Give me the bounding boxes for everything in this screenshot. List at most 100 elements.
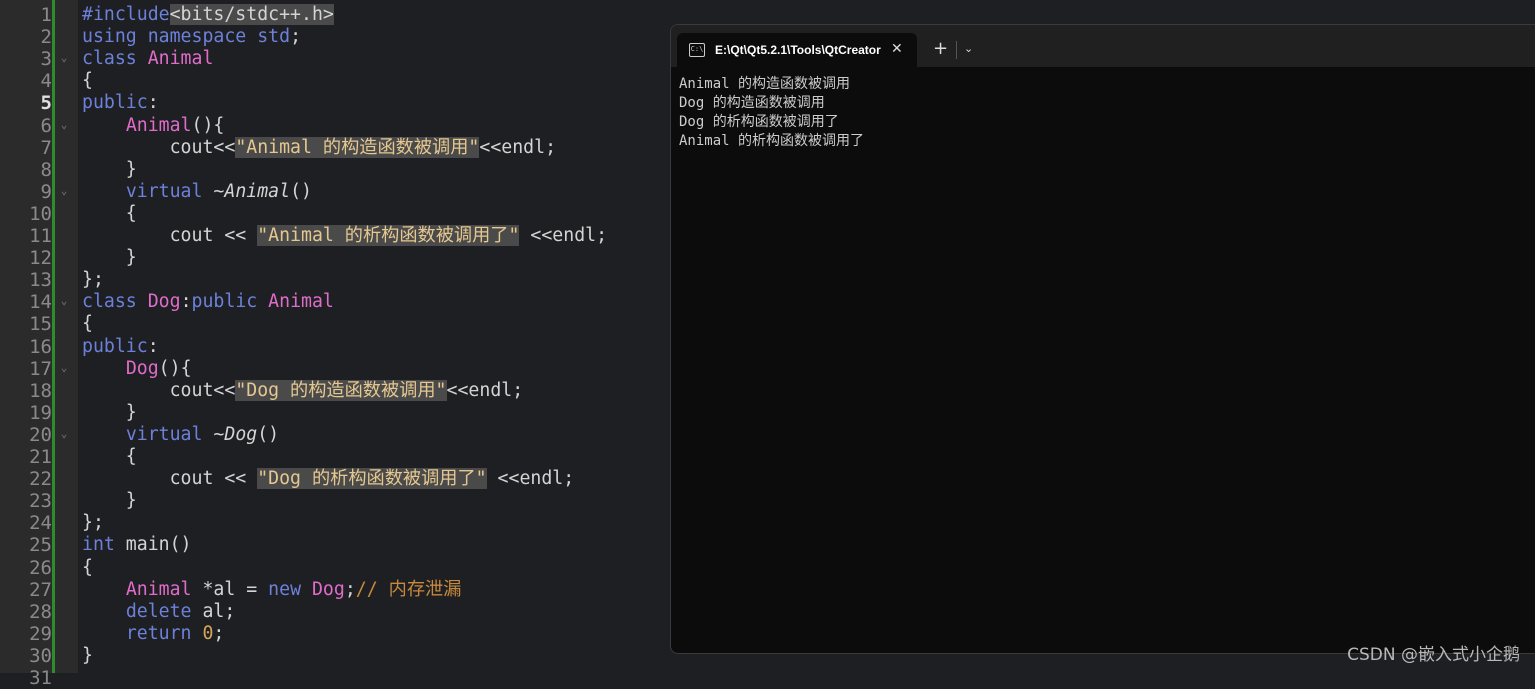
fold-chevron-icon[interactable]: ⌄ [58, 48, 70, 70]
code-token: delete [125, 600, 192, 622]
code-line[interactable]: { [82, 203, 137, 225]
fold-chevron-icon[interactable]: ⌄ [58, 424, 70, 446]
code-token: }; [82, 512, 104, 534]
line-number: 26 [29, 556, 52, 579]
code-token: class [82, 291, 137, 313]
code-token: { [82, 446, 137, 467]
code-line[interactable]: cout << "Dog 的析构函数被调用了" <<endl; [82, 468, 574, 490]
close-tab-icon[interactable]: ✕ [891, 33, 903, 67]
output-line: Animal 的构造函数被调用 [679, 76, 851, 92]
output-line: Dog 的构造函数被调用 [679, 95, 825, 111]
code-line[interactable]: Animal(){ [82, 114, 225, 137]
code-line[interactable]: cout<<"Dog 的构造函数被调用"<<endl; [82, 379, 524, 402]
code-token: using [82, 26, 137, 48]
chevron-down-icon[interactable]: ⌄ [964, 33, 973, 67]
terminal-titlebar: C:\ E:\Qt\Qt5.2.1\Tools\QtCreator ✕ + ⌄ [671, 25, 1535, 67]
line-number: 22 [29, 468, 52, 491]
line-number: 12 [29, 247, 52, 270]
code-token: *al = [191, 578, 269, 600]
code-token: <<endl; [486, 468, 575, 490]
fold-chevron-icon[interactable]: ⌄ [58, 358, 70, 380]
code-token: Dog [125, 357, 159, 379]
code-token: public [191, 291, 258, 313]
code-line[interactable]: { [82, 557, 93, 579]
code-token: : [147, 335, 159, 357]
code-line[interactable]: public: [82, 336, 159, 358]
code-line[interactable]: } [82, 402, 137, 424]
code-token: ; [213, 622, 225, 644]
line-number: 20 [29, 423, 52, 446]
line-number: 21 [29, 446, 52, 468]
code-line[interactable]: public: [82, 92, 159, 114]
code-line[interactable]: } [82, 645, 93, 667]
terminal-tab[interactable]: C:\ E:\Qt\Qt5.2.1\Tools\QtCreator ✕ [677, 33, 917, 67]
titlebar-separator [956, 41, 957, 59]
code-token: "Dog 的析构函数被调用了" [257, 468, 487, 490]
new-tab-icon[interactable]: + [933, 33, 948, 67]
code-line[interactable]: } [82, 159, 137, 181]
code-token: Animal [268, 291, 334, 313]
code-line[interactable]: virtual ~Dog() [82, 424, 279, 446]
code-line[interactable]: cout<<"Animal 的构造函数被调用"<<endl; [82, 136, 557, 159]
code-token: () [290, 180, 312, 202]
line-number: 19 [29, 401, 52, 424]
code-line[interactable]: } [82, 247, 137, 269]
code-token: virtual [125, 423, 203, 445]
code-token: cout<< [82, 136, 236, 158]
code-line[interactable]: #include<bits/stdc++.h> [82, 4, 334, 26]
code-token: <<endl; [479, 136, 557, 158]
fold-chevron-icon[interactable]: ⌄ [58, 291, 70, 313]
code-line[interactable]: cout << "Animal 的析构函数被调用了" <<endl; [82, 225, 607, 247]
code-token: virtual [125, 180, 203, 202]
code-token: Animal [147, 48, 214, 70]
code-token: public [82, 335, 148, 357]
code-token: } [82, 490, 137, 512]
line-number: 27 [29, 578, 52, 601]
code-token: namespace [147, 26, 247, 48]
code-token: new [268, 578, 302, 600]
code-line[interactable]: { [82, 446, 137, 468]
terminal-window[interactable]: C:\ E:\Qt\Qt5.2.1\Tools\QtCreator ✕ + ⌄ … [670, 24, 1535, 654]
code-line[interactable]: class Dog:public Animal [82, 291, 334, 313]
fold-chevron-icon[interactable]: ⌄ [58, 115, 70, 137]
code-token: Dog [224, 423, 258, 445]
code-token: ; [344, 578, 356, 600]
code-token: class [82, 48, 137, 70]
code-line[interactable]: { [82, 70, 93, 92]
code-line[interactable]: { [82, 313, 93, 335]
code-line[interactable]: virtual ~Animal() [82, 181, 312, 203]
code-line[interactable]: }; [82, 512, 104, 534]
code-line[interactable]: }; [82, 269, 104, 291]
line-number: 17 [29, 357, 52, 380]
code-token: 0 [202, 622, 214, 644]
code-line[interactable]: int main() [82, 534, 192, 556]
code-line[interactable]: return 0; [82, 622, 225, 645]
code-token: (){ [191, 114, 225, 136]
line-number: 24 [29, 512, 52, 535]
fold-chevron-icon[interactable]: ⌄ [58, 181, 70, 203]
code-line[interactable]: using namespace std; [82, 26, 301, 48]
code-line[interactable]: class Animal [82, 48, 213, 70]
code-line[interactable]: delete al; [82, 600, 236, 623]
code-token: al; [191, 600, 236, 622]
code-token: "Animal 的构造函数被调用" [235, 136, 480, 158]
code-token: ; [290, 26, 302, 48]
code-token: "Animal 的析构函数被调用了" [257, 225, 520, 246]
code-line[interactable]: } [82, 490, 137, 512]
code-line[interactable]: Animal *al = new Dog;// 内存泄漏 [82, 578, 462, 601]
code-token: <<endl; [446, 379, 524, 401]
code-line[interactable]: Dog(){ [82, 358, 192, 380]
terminal-tab-title: E:\Qt\Qt5.2.1\Tools\QtCreator [715, 43, 881, 57]
code-token: cout << [82, 225, 258, 246]
code-token: Dog [147, 291, 181, 313]
line-number-gutter: 1 2 3 4 5 6 7 8 9 10 11 12 13 14 15 16 17 18 19 20 21 22 23 24 2… [0, 0, 78, 689]
terminal-icon: C:\ [689, 43, 705, 57]
code-token: std [257, 26, 291, 48]
line-number: 13 [29, 269, 52, 292]
